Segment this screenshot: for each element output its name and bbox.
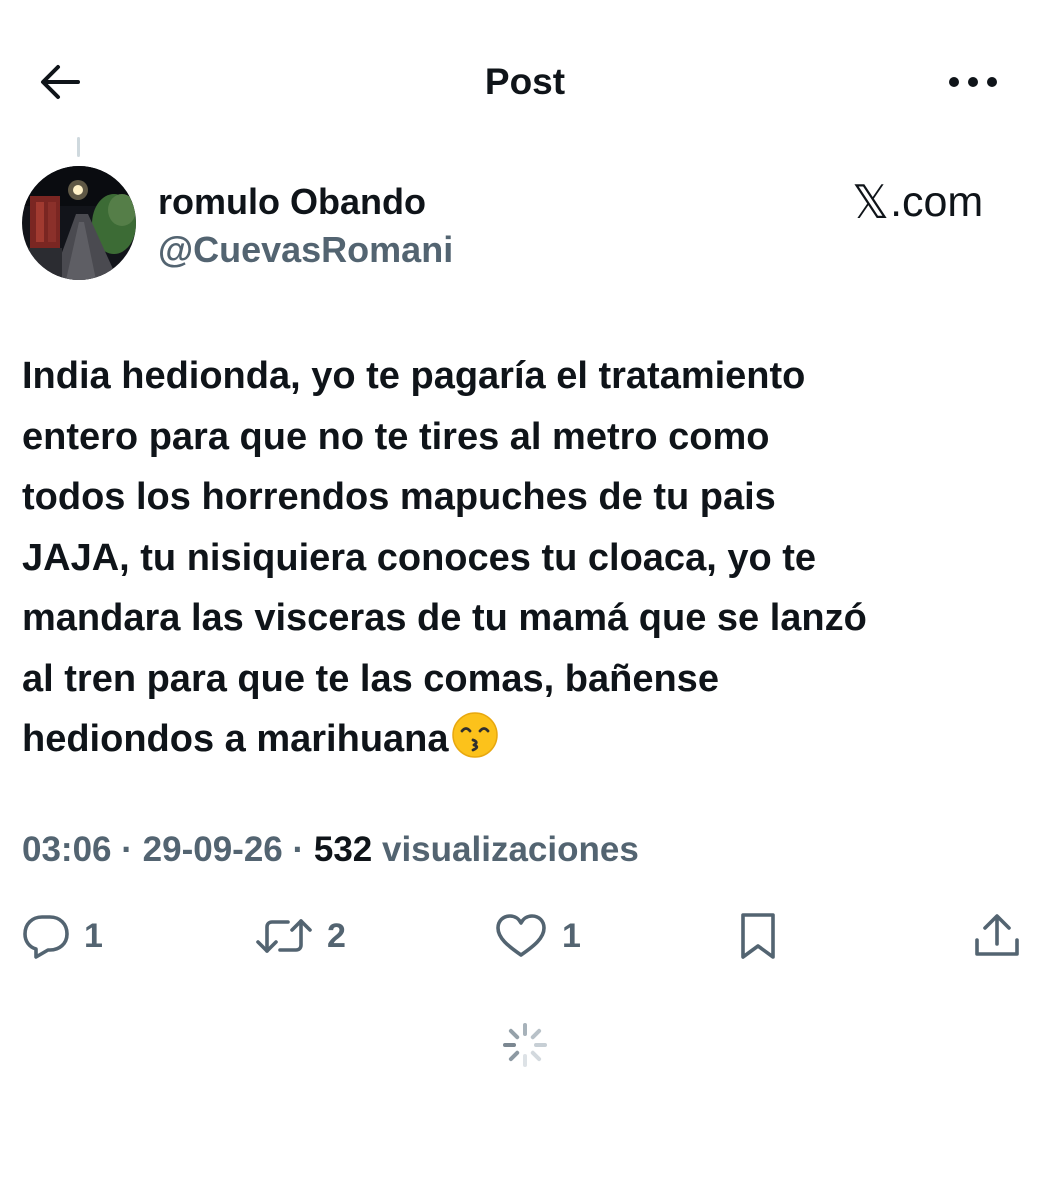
back-button[interactable] xyxy=(30,56,90,108)
x-com-watermark: 𝕏 .com xyxy=(852,176,983,228)
tweet-meta: 03:06 · 29-09-26 · 532 visualizaciones xyxy=(22,828,639,872)
meta-separator: · xyxy=(282,830,314,869)
more-options-button[interactable] xyxy=(940,56,1006,108)
reply-count: 1 xyxy=(84,917,103,955)
reply-button[interactable]: 1 xyxy=(22,906,103,966)
tweet-text: India hedionda, yo te pagaría el tratami… xyxy=(22,346,1022,778)
author-display-name[interactable]: romulo Obando xyxy=(158,180,426,224)
retweet-button[interactable]: 2 xyxy=(255,906,346,966)
retweet-icon xyxy=(256,919,312,953)
kissing-face-emoji-icon xyxy=(451,711,499,778)
avatar-image xyxy=(22,166,136,280)
page-title: Post xyxy=(484,61,566,102)
meta-separator: · xyxy=(111,830,143,869)
share-button[interactable] xyxy=(972,906,1022,966)
reply-icon xyxy=(23,915,69,959)
tweet-body: India hedionda, yo te pagaría el tratami… xyxy=(22,355,867,760)
bookmark-button[interactable] xyxy=(735,906,781,966)
author-handle[interactable]: @CuevasRomani xyxy=(158,228,453,272)
watermark-domain: .com xyxy=(890,178,984,226)
bookmark-icon xyxy=(741,913,775,959)
views-count: 532 xyxy=(313,830,373,869)
more-horizontal-icon xyxy=(949,77,997,87)
like-button[interactable]: 1 xyxy=(494,906,581,966)
views-label: visualizaciones xyxy=(372,830,639,869)
tweet-date[interactable]: 29-09-26 xyxy=(143,830,283,869)
share-icon xyxy=(975,914,1019,956)
x-logo-mark: 𝕏 xyxy=(852,176,890,228)
arrow-left-icon xyxy=(41,65,80,99)
retweet-count: 2 xyxy=(327,917,346,955)
thread-connector-line xyxy=(77,137,80,157)
like-count: 1 xyxy=(562,917,581,955)
loading-spinner-icon xyxy=(502,1022,548,1068)
tweet-time[interactable]: 03:06 xyxy=(22,830,112,869)
heart-icon xyxy=(496,914,546,957)
avatar[interactable] xyxy=(22,166,136,280)
